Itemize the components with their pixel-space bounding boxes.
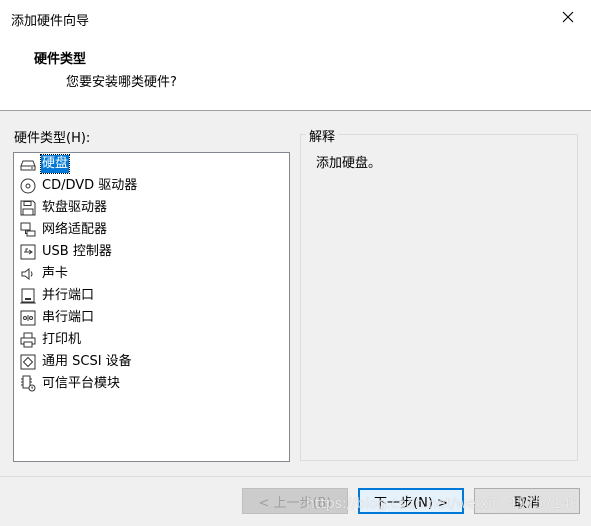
list-item-network-adapter[interactable]: 网络适配器	[19, 220, 108, 240]
footer-divider	[0, 476, 591, 477]
close-icon	[562, 11, 574, 27]
hardware-type-label: 硬件类型(H):	[14, 131, 91, 146]
list-item-label: 打印机	[42, 332, 82, 347]
next-button[interactable]: 下一步(N) >	[358, 488, 464, 514]
list-item-label: 声卡	[42, 266, 69, 281]
close-button[interactable]	[545, 0, 591, 38]
printer-icon	[19, 331, 37, 349]
page-title: 硬件类型	[34, 52, 87, 67]
page-subtitle: 您要安装哪类硬件?	[66, 75, 177, 90]
description-text: 添加硬盘。	[316, 156, 382, 171]
list-item-label: 并行端口	[42, 288, 95, 303]
tpm-icon	[19, 375, 37, 393]
list-item-label: CD/DVD 驱动器	[42, 178, 138, 193]
list-item-hard-disk[interactable]: 硬盘	[19, 154, 71, 174]
list-item-cd-dvd[interactable]: CD/DVD 驱动器	[19, 176, 138, 196]
usb-icon	[19, 243, 37, 261]
list-item-label: USB 控制器	[42, 244, 112, 259]
list-item-floppy[interactable]: 软盘驱动器	[19, 198, 108, 218]
speaker-icon	[19, 265, 37, 283]
list-item-usb[interactable]: USB 控制器	[19, 242, 113, 262]
list-item-serial-port[interactable]: 串行端口	[19, 308, 95, 328]
list-item-tpm[interactable]: 可信平台模块	[19, 374, 121, 394]
description-groupbox	[300, 134, 578, 461]
list-item-label: 串行端口	[42, 310, 95, 325]
description-label: 解释	[306, 126, 339, 145]
network-adapter-icon	[19, 221, 37, 239]
list-item-label: 硬盘	[39, 154, 71, 174]
list-item-parallel-port[interactable]: 并行端口	[19, 286, 95, 306]
cancel-button[interactable]: 取消	[474, 488, 580, 514]
serial-port-icon	[19, 309, 37, 327]
list-item-label: 可信平台模块	[42, 376, 121, 391]
cd-dvd-icon	[19, 177, 37, 195]
parallel-port-icon	[19, 287, 37, 305]
scsi-icon	[19, 353, 37, 371]
list-item-label: 软盘驱动器	[42, 200, 108, 215]
hard-disk-icon	[19, 155, 37, 173]
list-item-printer[interactable]: 打印机	[19, 330, 82, 350]
list-item-sound-card[interactable]: 声卡	[19, 264, 69, 284]
list-item-label: 网络适配器	[42, 222, 108, 237]
window-title: 添加硬件向导	[11, 14, 90, 29]
floppy-icon	[19, 199, 37, 217]
title-bar: 添加硬件向导	[0, 0, 591, 38]
wizard-header: 硬件类型 您要安装哪类硬件?	[0, 38, 591, 111]
back-button[interactable]: < 上一步(B)	[242, 488, 348, 514]
list-item-scsi[interactable]: 通用 SCSI 设备	[19, 352, 133, 372]
list-item-label: 通用 SCSI 设备	[42, 354, 132, 369]
hardware-type-list[interactable]: 硬盘 CD/DVD 驱动器 软盘驱动器 网络适配器 USB 控制器 声卡 并行端…	[13, 152, 290, 462]
